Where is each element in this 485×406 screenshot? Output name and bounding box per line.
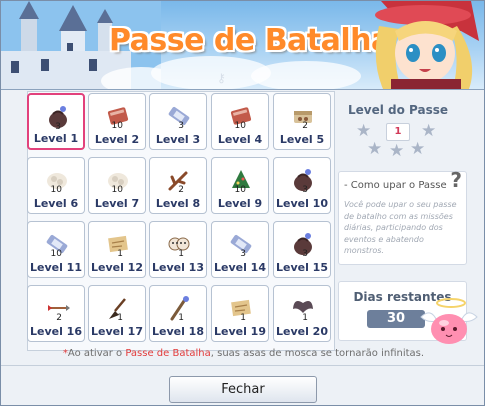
star-icon: ★ — [367, 139, 383, 159]
reward-level-label: Level 20 — [275, 325, 328, 338]
reward-level-label: Level 4 — [217, 133, 263, 146]
reward-cell[interactable]: 3 Level 14 — [211, 221, 269, 278]
reward-level-label: Level 15 — [275, 261, 328, 274]
battle-pass-highlight: Passe de Batalha — [125, 348, 211, 359]
pass-level-title: Level do Passe — [348, 103, 449, 117]
help-icon[interactable]: ? — [450, 168, 462, 192]
reward-level-label: Level 16 — [29, 325, 82, 338]
reward-quantity: 10 — [234, 121, 246, 131]
reward-cell[interactable]: 1 Level 20 — [273, 285, 331, 342]
reward-level-label: Level 8 — [155, 197, 201, 210]
reward-quantity: 3 — [178, 121, 184, 131]
reward-quantity: 3 — [302, 249, 308, 259]
star-icon: ★ — [410, 139, 426, 159]
reward-quantity: 10 — [234, 185, 246, 195]
reward-cell[interactable]: 1 Level 13 — [149, 221, 207, 278]
reward-level-label: Level 12 — [90, 261, 143, 274]
reward-level-label: Level 18 — [151, 325, 204, 338]
reward-cell[interactable]: 2 Level 5 — [273, 93, 331, 150]
reward-quantity: 2 — [178, 185, 184, 195]
reward-level-label: Level 19 — [213, 325, 266, 338]
reward-quantity: 1 — [117, 249, 123, 259]
character-illustration — [375, 1, 479, 89]
banner: Passe de Batalha ⚷ — [1, 1, 484, 90]
reward-cell[interactable]: 10 Level 9 — [211, 157, 269, 214]
star-icon: ★ — [389, 141, 405, 161]
reward-cell[interactable]: 3 Level 15 — [273, 221, 331, 278]
reward-level-label: Level 9 — [217, 197, 263, 210]
reward-quantity: 1 — [178, 249, 184, 259]
reward-cell[interactable]: 10 Level 6 — [27, 157, 85, 214]
reward-level-label: Level 13 — [151, 261, 204, 274]
reward-cell[interactable]: 10 Level 2 — [88, 93, 146, 150]
reward-quantity: 1 — [117, 313, 123, 323]
reward-level-label: Level 2 — [94, 133, 140, 146]
reward-cell[interactable]: 3 Level 10 — [273, 157, 331, 214]
reward-cell[interactable]: 10 Level 4 — [211, 93, 269, 150]
reward-quantity: 1 — [302, 313, 308, 323]
footer-divider — [1, 365, 484, 366]
howto-panel: - Como upar o Passe ? Você pode upar o s… — [338, 168, 467, 265]
battle-pass-window: Passe de Batalha ⚷ 3 Level 1 10 Level 2 3 Lev… — [0, 0, 485, 406]
reward-quantity: 1 — [240, 313, 246, 323]
reward-quantity: 10 — [111, 185, 123, 195]
reward-level-label: Level 6 — [33, 197, 79, 210]
reward-quantity: 10 — [111, 121, 123, 131]
reward-quantity: 10 — [50, 185, 62, 195]
star-icon: ★ — [356, 121, 372, 141]
reward-cell[interactable]: 10 Level 7 — [88, 157, 146, 214]
close-button[interactable]: Fechar — [169, 376, 317, 403]
reward-quantity: 3 — [240, 249, 246, 259]
infinite-wings-note: *Ao ativar o Passe de Batalha, suas asas… — [62, 348, 425, 359]
reward-cell[interactable]: 3 Level 3 — [149, 93, 207, 150]
reward-level-label: Level 14 — [213, 261, 266, 274]
star-icon: ★ — [421, 121, 437, 141]
reward-cell[interactable]: 2 Level 16 — [27, 285, 85, 342]
reward-level-label: Level 11 — [29, 261, 82, 274]
reward-cell[interactable]: 1 Level 17 — [88, 285, 146, 342]
reward-cell[interactable]: 1 Level 12 — [88, 221, 146, 278]
howto-title: - Como upar o Passe — [344, 180, 447, 191]
reward-cell[interactable]: 1 Level 19 — [211, 285, 269, 342]
reward-cell[interactable]: 1 Level 18 — [149, 285, 207, 342]
reward-quantity: 2 — [302, 121, 308, 131]
angel-poring-icon — [420, 298, 478, 344]
reward-cell[interactable]: 2 Level 8 — [149, 157, 207, 214]
reward-quantity: 2 — [56, 313, 62, 323]
current-level-value: 1 — [386, 123, 410, 141]
banner-title: Passe de Batalha — [109, 23, 391, 58]
reward-level-label: Level 5 — [279, 133, 325, 146]
howto-text: Você pode upar o seu passe de batalho co… — [344, 200, 457, 255]
reward-quantity: 3 — [302, 185, 308, 195]
reward-cell[interactable]: 3 Level 1 — [27, 93, 85, 150]
reward-level-label: Level 10 — [275, 197, 328, 210]
reward-quantity: 10 — [50, 249, 62, 259]
key-icon: ⚷ — [217, 71, 226, 85]
reward-level-label: Level 3 — [155, 133, 201, 146]
reward-cell[interactable]: 10 Level 11 — [27, 221, 85, 278]
reward-level-label: Level 1 — [33, 132, 79, 145]
reward-quantity: 3 — [55, 122, 61, 132]
reward-level-label: Level 7 — [94, 197, 140, 210]
reward-quantity: 1 — [178, 313, 184, 323]
reward-level-label: Level 17 — [90, 325, 143, 338]
